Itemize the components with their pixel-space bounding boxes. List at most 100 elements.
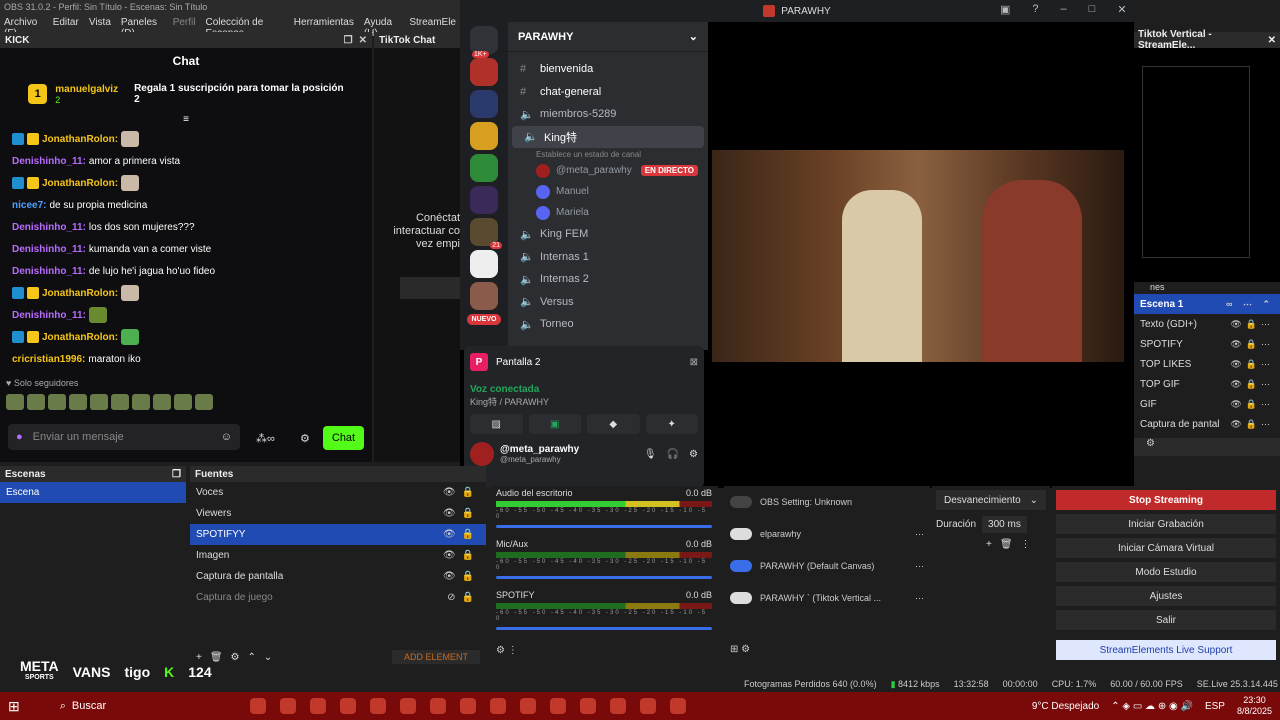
undock-icon[interactable]: ❐ [344, 35, 353, 46]
settings-button[interactable]: Ajustes [1056, 586, 1276, 606]
vertical-source[interactable]: Texto (GDI+) 👁🔒⋯ [1134, 314, 1280, 334]
guild-header[interactable]: PARAWHY ⌄ [508, 22, 708, 52]
message-input[interactable]: ● Enviar un mensaje ☺ [8, 424, 240, 450]
channel-voice[interactable]: 🔈 Internas 2 [508, 268, 708, 291]
app-icon[interactable] [489, 698, 506, 714]
vertical-source[interactable]: Captura de pantal 👁🔒⋯ [1134, 414, 1280, 434]
voice-member[interactable]: @meta_parawhy EN DIRECTO [508, 160, 708, 181]
help-icon[interactable]: ? [1032, 3, 1038, 16]
source-item[interactable]: Imagen 👁🔒 [190, 545, 486, 566]
scene-item[interactable]: Escena [0, 482, 186, 503]
mixer-settings-icon[interactable]: ⚙ ⋮ [490, 639, 718, 662]
close-icon[interactable]: ✕ [1117, 3, 1126, 16]
mic-icon[interactable]: ● [16, 431, 23, 443]
server-icon[interactable] [470, 90, 498, 118]
add-output-icon[interactable]: ⊞ ⚙ [724, 614, 930, 655]
server-icon[interactable] [470, 250, 498, 278]
app-icon[interactable] [399, 698, 416, 714]
weather-widget[interactable]: 9°C Despejado [1032, 701, 1099, 712]
app-icon[interactable] [519, 698, 536, 714]
menu-profile[interactable]: Perfil [173, 17, 196, 29]
stream-video-preview[interactable] [712, 150, 1124, 362]
app-icon[interactable] [639, 698, 656, 714]
menu-streamelements[interactable]: StreamEle [409, 17, 456, 29]
server-icon[interactable] [470, 122, 498, 150]
server-icon[interactable] [470, 282, 498, 310]
app-icon[interactable] [369, 698, 386, 714]
channel-voice[interactable]: 🔈 Internas 1 [508, 246, 708, 269]
vertical-source[interactable]: TOP LIKES 👁🔒⋯ [1134, 354, 1280, 374]
transition-actions[interactable]: +🗑⋮ [936, 539, 1046, 550]
channel-chat-general[interactable]: # chat-general [508, 81, 708, 104]
channel-voice[interactable]: 🔈 King FEM [508, 223, 708, 246]
server-icon[interactable] [470, 58, 498, 86]
vertical-scene-selected[interactable]: Escena 1 ∞ ⋯ ⌃ [1134, 294, 1280, 314]
app-icon[interactable] [579, 698, 596, 714]
output-row[interactable]: elparawhy ⋯ [724, 518, 930, 550]
vertical-source[interactable]: TOP GIF 👁🔒⋯ [1134, 374, 1280, 394]
channel-miembros[interactable]: 🔈 miembros-5289 [508, 103, 708, 126]
vertical-preview[interactable] [1142, 66, 1250, 258]
stop-streaming-button[interactable]: Stop Streaming [1056, 490, 1276, 510]
soundboard-icon[interactable]: ✦ [645, 414, 698, 434]
send-chat-button[interactable]: Chat [323, 426, 364, 450]
output-row[interactable]: OBS Setting: Unknown [724, 486, 930, 518]
emote-bar[interactable] [0, 390, 372, 414]
gear-icon[interactable]: ⚙ [300, 432, 310, 445]
vertical-source[interactable]: GIF 👁🔒⋯ [1134, 394, 1280, 414]
server-icon[interactable]: 21 [470, 218, 502, 249]
screen-share-icon[interactable]: ▣ [528, 414, 581, 434]
language-indicator[interactable]: ESP [1205, 701, 1225, 712]
stream-card[interactable]: P Pantalla 2 ⊠ [464, 346, 704, 378]
duration-input[interactable]: 300 ms [982, 516, 1027, 533]
source-item[interactable]: Voces 👁🔒 [190, 482, 486, 503]
source-item[interactable]: Captura de pantalla 👁🔒 [190, 566, 486, 587]
channel-voice[interactable]: 🔈 Torneo [508, 313, 708, 336]
volume-slider[interactable] [496, 525, 712, 528]
transition-select[interactable]: Desvanecimiento ⌄ [936, 490, 1046, 510]
gear-icon[interactable]: ⚙ [1134, 438, 1280, 456]
menu-file[interactable]: Archivo (F) [4, 17, 43, 39]
clock[interactable]: 23:30 8/8/2025 [1237, 695, 1272, 717]
close-icon[interactable]: ✕ [1268, 35, 1276, 46]
source-item[interactable]: Captura de juego ⊘🔒 [190, 587, 486, 608]
emoji-icon[interactable]: ☺ [221, 431, 232, 443]
inbox-icon[interactable]: ▣ [1000, 3, 1010, 16]
app-icon[interactable] [249, 698, 266, 714]
server-icon[interactable] [470, 154, 498, 182]
source-item[interactable]: SPOTIFYY 👁🔒 [190, 524, 486, 545]
app-icon[interactable] [339, 698, 356, 714]
close-icon[interactable]: ✕ [359, 35, 367, 46]
exit-button[interactable]: Salir [1056, 610, 1276, 630]
tiktok-connect-button[interactable] [400, 277, 460, 299]
app-icon[interactable] [459, 698, 476, 714]
video-off-icon[interactable]: ▨ [470, 414, 523, 434]
menu-view[interactable]: Vista [89, 17, 111, 29]
minimize-icon[interactable]: – [1061, 3, 1067, 16]
live-support-button[interactable]: StreamElements Live Support [1056, 640, 1276, 660]
menu-help[interactable]: Ayuda (H) [364, 17, 399, 39]
taskbar-search[interactable]: ⌕ Buscar [60, 700, 210, 713]
voice-member[interactable]: Manuel [508, 181, 708, 202]
menu-docks[interactable]: Paneles (D) [121, 17, 163, 39]
menu-edit[interactable]: Editar [53, 17, 79, 29]
app-icon[interactable] [279, 698, 296, 714]
app-icon[interactable] [429, 698, 446, 714]
collapse-icon[interactable]: ≡ [0, 114, 372, 125]
menu-tools[interactable]: Herramientas [294, 17, 354, 29]
server-icon[interactable] [470, 186, 498, 214]
voice-member[interactable]: Mariela [508, 202, 708, 223]
output-row[interactable]: PARAWHY ` (Tiktok Vertical ... ⋯ [724, 582, 930, 614]
discord-home-icon[interactable]: 1K+ [470, 26, 498, 58]
user-card[interactable]: @meta_parawhy @meta_parawhy 🎙 🎧 ⚙ [464, 434, 704, 474]
channel-bienvenida[interactable]: # bienvenida [508, 58, 708, 81]
menu-scene-collection[interactable]: Colección de Escenas [205, 17, 283, 39]
app-icon[interactable] [669, 698, 686, 714]
activity-icon[interactable]: ◆ [587, 414, 640, 434]
app-icon[interactable] [309, 698, 326, 714]
channel-king[interactable]: 🔈 King特 [512, 125, 704, 148]
channel-voice[interactable]: 🔈 Versus [508, 291, 708, 314]
pinned-gift-banner[interactable]: 1 manuelgalviz 2 Regala 1 suscripción pa… [0, 74, 372, 114]
windows-start-icon[interactable]: ⊞ [8, 698, 20, 715]
studio-mode-button[interactable]: Modo Estudio [1056, 562, 1276, 582]
